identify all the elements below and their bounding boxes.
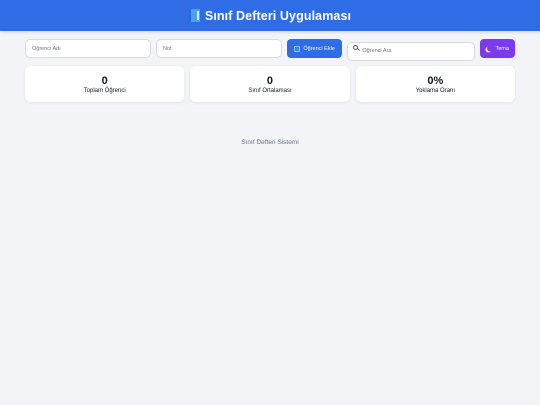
moon-icon [487, 45, 493, 51]
stat-value: 0% [427, 74, 444, 87]
add-icon [294, 45, 301, 52]
stat-card-total-students: 0 Toplam Öğrenci [25, 66, 185, 102]
stat-label: Toplam Öğrenci [83, 87, 126, 94]
stats-row: 0 Toplam Öğrenci 0 Sınıf Ortalaması 0% Y… [25, 66, 515, 102]
search-box [347, 39, 476, 61]
page-title: Sınıf Defteri Uygulaması [204, 8, 352, 23]
note-input[interactable] [155, 39, 282, 58]
stat-card-class-average: 0 Sınıf Ortalaması [190, 66, 350, 102]
stat-label: Yoklama Oranı [415, 87, 456, 94]
footer-text: Sınıf Defteri Sistemi [241, 139, 299, 146]
app-header: Sınıf Defteri Uygulaması [0, 0, 540, 31]
toolbar: Öğrenci Ekle Tema [25, 39, 516, 61]
header-title-group: Sınıf Defteri Uygulaması [188, 8, 352, 23]
book-icon [188, 9, 200, 22]
stat-card-attendance-rate: 0% Yoklama Oranı [355, 66, 515, 102]
stat-value: 0 [266, 74, 274, 87]
theme-button[interactable]: Tema [480, 39, 516, 58]
add-student-button[interactable]: Öğrenci Ekle [286, 39, 343, 58]
search-input[interactable] [347, 41, 476, 61]
stat-label: Sınıf Ortalaması [248, 87, 292, 94]
search-icon [353, 45, 359, 50]
stat-value: 0 [101, 74, 108, 87]
student-name-input[interactable] [25, 39, 151, 58]
theme-label: Tema [495, 45, 509, 52]
add-student-label: Öğrenci Ekle [303, 45, 335, 52]
